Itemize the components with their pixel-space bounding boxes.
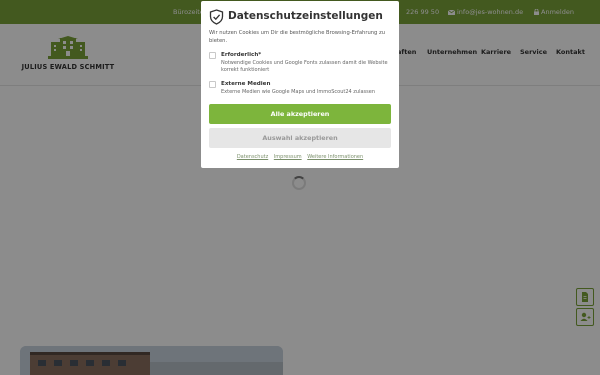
shield-check-icon [209, 9, 224, 25]
option-description: Notwendige Cookies und Google Fonts zula… [221, 60, 388, 73]
dialog-intro-text: Wir nutzen Cookies um Dir die bestmöglic… [209, 30, 385, 44]
dialog-footer-links: Datenschutz Impressum Weitere Informatio… [201, 154, 399, 160]
accept-all-button[interactable]: Alle akzeptieren [209, 104, 391, 124]
external-media-checkbox[interactable] [209, 81, 216, 88]
option-title: Externe Medien [221, 81, 271, 87]
cookie-consent-dialog: Datenschutzeinstellungen Wir nutzen Cook… [201, 1, 399, 168]
option-title: Erforderlich* [221, 52, 262, 58]
dialog-title: Datenschutzeinstellungen [228, 10, 383, 22]
privacy-link[interactable]: Datenschutz [237, 154, 268, 160]
required-checkbox[interactable] [209, 52, 216, 59]
imprint-link[interactable]: Impressum [274, 154, 302, 160]
accept-selection-button[interactable]: Auswahl akzeptieren [209, 128, 391, 148]
option-description: Externe Medien wie Google Maps und ImmoS… [221, 89, 375, 95]
more-info-link[interactable]: Weitere Informationen [307, 154, 363, 160]
